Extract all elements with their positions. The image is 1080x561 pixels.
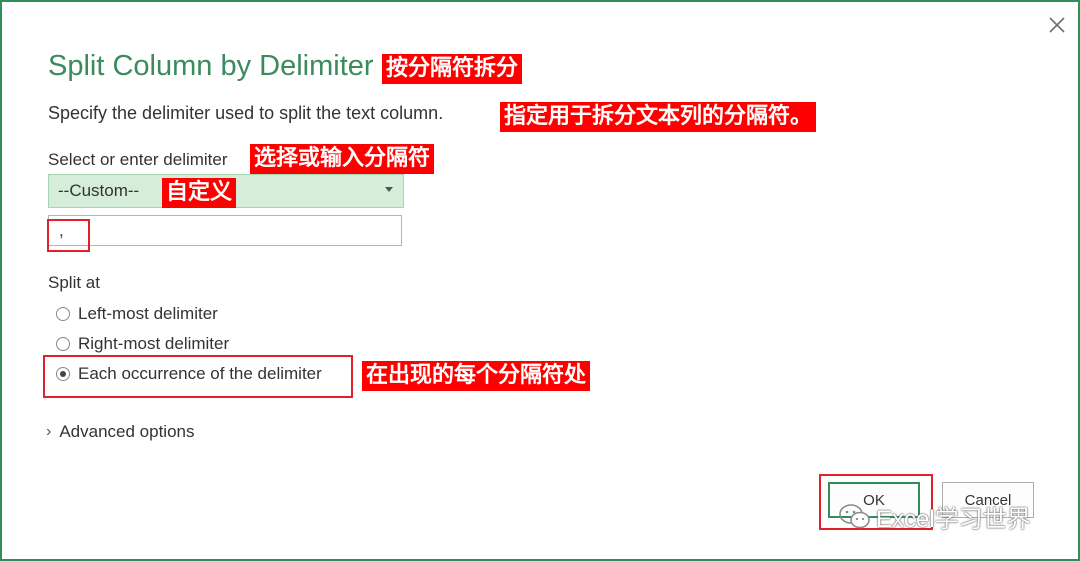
radio-button[interactable] — [56, 307, 70, 321]
radio-left-most-label: Left-most delimiter — [78, 304, 218, 323]
watermark: Excel学习世界 — [838, 499, 1031, 534]
split-at-label: Split at — [48, 273, 100, 292]
description-annotation: 指定用于拆分文本列的分隔符。 — [500, 102, 817, 132]
radio-left-most[interactable]: Left-most delimiter — [56, 304, 218, 324]
radio-right-most-label: Right-most delimiter — [78, 334, 230, 353]
advanced-options-label: Advanced options — [59, 422, 195, 441]
radio-button-checked[interactable] — [56, 367, 70, 381]
wechat-icon — [839, 503, 870, 528]
delimiter-dropdown-annotation: 自定义 — [162, 178, 237, 208]
delimiter-label: Select or enter delimiter — [48, 150, 228, 169]
delimiter-label-annotation: 选择或输入分隔符 — [250, 144, 435, 174]
dialog-title: Split Column by Delimiter — [48, 50, 374, 82]
radio-button[interactable] — [56, 337, 70, 351]
chevron-down-icon — [385, 187, 393, 192]
radio-each-occurrence-label: Each occurrence of the delimiter — [78, 364, 322, 383]
title-annotation: 按分隔符拆分 — [382, 54, 523, 84]
dialog-description: Specify the delimiter used to split the … — [48, 103, 444, 123]
watermark-text: Excel学习世界 — [876, 506, 1031, 533]
close-icon — [1049, 17, 1065, 33]
chevron-right-icon: › — [46, 423, 52, 440]
custom-delimiter-input[interactable] — [48, 215, 402, 246]
radio-right-most[interactable]: Right-most delimiter — [56, 334, 229, 354]
close-button[interactable] — [1042, 10, 1072, 40]
advanced-options-toggle[interactable]: › Advanced options — [46, 422, 194, 442]
split-option-annotation: 在出现的每个分隔符处 — [362, 361, 591, 391]
delimiter-selected-value: --Custom-- — [58, 181, 140, 200]
radio-each-occurrence[interactable]: Each occurrence of the delimiter — [56, 364, 322, 384]
split-column-dialog: Split Column by Delimiter 按分隔符拆分 Specify… — [0, 0, 1080, 561]
